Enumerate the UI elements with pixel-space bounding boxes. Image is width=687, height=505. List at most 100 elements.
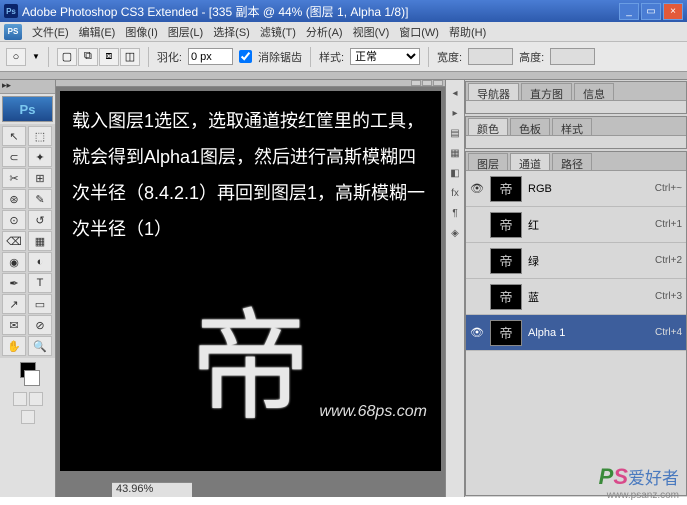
color-swatch[interactable] xyxy=(0,358,55,390)
tab-info[interactable]: 信息 xyxy=(574,83,614,100)
dock-icon[interactable]: ▤ xyxy=(448,126,462,140)
marquee-tool[interactable]: ⬚ xyxy=(28,126,52,146)
canvas[interactable]: 载入图层1选区，选取通道按红筐里的工具，就会得到Alpha1图层，然后进行高斯模… xyxy=(60,91,441,471)
screen-mode-icon[interactable] xyxy=(21,410,35,424)
visibility-icon[interactable]: 👁 xyxy=(470,182,484,196)
visibility-icon[interactable] xyxy=(470,218,484,232)
tab-navigator[interactable]: 导航器 xyxy=(468,83,519,100)
menu-view[interactable]: 视图(V) xyxy=(349,22,394,42)
dropdown-icon[interactable]: ▼ xyxy=(32,52,40,61)
dock-icon[interactable]: ◈ xyxy=(448,226,462,240)
lasso-tool[interactable]: ⊂ xyxy=(2,147,26,167)
instruction-text: 载入图层1选区，选取通道按红筐里的工具，就会得到Alpha1图层，然后进行高斯模… xyxy=(72,103,429,247)
notes-tool[interactable]: ✉ xyxy=(2,315,26,335)
channel-shortcut: Ctrl+3 xyxy=(655,291,682,302)
feather-input[interactable] xyxy=(188,48,233,65)
menu-filter[interactable]: 滤镜(T) xyxy=(256,22,300,42)
channel-row[interactable]: 👁帝RGBCtrl+~ xyxy=(466,171,686,207)
menu-help[interactable]: 帮助(H) xyxy=(445,22,490,42)
separator xyxy=(148,47,149,67)
wand-tool[interactable]: ✦ xyxy=(28,147,52,167)
current-tool-icon[interactable]: ○ xyxy=(6,48,26,66)
zoom-level[interactable]: 43.96% xyxy=(116,483,153,495)
antialias-checkbox[interactable] xyxy=(239,50,252,63)
move-tool[interactable]: ↖ xyxy=(2,126,26,146)
dock-icon[interactable]: ▦ xyxy=(448,146,462,160)
channel-row[interactable]: 帝绿Ctrl+2 xyxy=(466,243,686,279)
menu-window[interactable]: 窗口(W) xyxy=(395,22,443,42)
standard-mode-icon[interactable] xyxy=(13,392,27,406)
menu-edit[interactable]: 编辑(E) xyxy=(75,22,120,42)
blur-tool[interactable]: ◉ xyxy=(2,252,26,272)
ps-logo-icon: Ps xyxy=(2,96,53,122)
brush-tool[interactable]: ✎ xyxy=(28,189,52,209)
eraser-tool[interactable]: ⌫ xyxy=(2,231,26,251)
antialias-label: 消除锯齿 xyxy=(258,49,302,65)
tab-color[interactable]: 颜色 xyxy=(468,118,508,135)
dock-toggle-icon[interactable]: ◂ xyxy=(448,86,462,100)
gradient-tool[interactable]: ▦ xyxy=(28,231,52,251)
visibility-icon[interactable] xyxy=(470,254,484,268)
menu-analysis[interactable]: 分析(A) xyxy=(302,22,347,42)
channel-row[interactable]: 帝蓝Ctrl+3 xyxy=(466,279,686,315)
width-input xyxy=(468,48,513,65)
sel-new-icon[interactable]: ▢ xyxy=(57,48,77,66)
sel-int-icon[interactable]: ◫ xyxy=(120,48,140,66)
separator xyxy=(428,47,429,67)
sel-add-icon[interactable]: ⧉ xyxy=(78,48,98,66)
visibility-icon[interactable] xyxy=(470,290,484,304)
path-tool[interactable]: ↗ xyxy=(2,294,26,314)
history-tool[interactable]: ↺ xyxy=(28,210,52,230)
window-title: Adobe Photoshop CS3 Extended - [335 副本 @… xyxy=(22,3,619,20)
separator xyxy=(48,47,49,67)
menu-image[interactable]: 图像(I) xyxy=(121,22,161,42)
dock-icon[interactable]: ¶ xyxy=(448,206,462,220)
crop-tool[interactable]: ✂ xyxy=(2,168,26,188)
style-select[interactable]: 正常 xyxy=(350,48,420,65)
document-area: 载入图层1选区，选取通道按红筐里的工具，就会得到Alpha1图层，然后进行高斯模… xyxy=(56,80,445,497)
pen-tool[interactable]: ✒ xyxy=(2,273,26,293)
maximize-button[interactable]: ▭ xyxy=(641,3,661,20)
channel-name: RGB xyxy=(528,183,649,195)
doc-max-icon[interactable] xyxy=(422,80,432,86)
tab-channels[interactable]: 通道 xyxy=(510,153,550,170)
shape-tool[interactable]: ▭ xyxy=(28,294,52,314)
tab-histogram[interactable]: 直方图 xyxy=(521,83,572,100)
dock-icon[interactable]: fx xyxy=(448,186,462,200)
channel-thumbnail: 帝 xyxy=(490,248,522,274)
quickmask-mode-icon[interactable] xyxy=(29,392,43,406)
dock-icon[interactable]: ▸ xyxy=(448,106,462,120)
channel-name: 蓝 xyxy=(528,289,649,305)
doc-close-icon[interactable] xyxy=(433,80,443,86)
zoom-tool[interactable]: 🔍 xyxy=(28,336,52,356)
background-color[interactable] xyxy=(24,370,40,386)
dodge-tool[interactable]: ◐ xyxy=(28,252,52,272)
tab-swatches[interactable]: 色板 xyxy=(510,118,550,135)
tab-paths[interactable]: 路径 xyxy=(552,153,592,170)
type-tool[interactable]: T xyxy=(28,273,52,293)
sel-sub-icon[interactable]: ⧈ xyxy=(99,48,119,66)
menu-file[interactable]: 文件(E) xyxy=(28,22,73,42)
minimize-button[interactable]: _ xyxy=(619,3,639,20)
channel-name: 红 xyxy=(528,217,649,233)
title-bar: Ps Adobe Photoshop CS3 Extended - [335 副… xyxy=(0,0,687,22)
close-button[interactable]: × xyxy=(663,3,683,20)
heal-tool[interactable]: ⊛ xyxy=(2,189,26,209)
doc-min-icon[interactable] xyxy=(411,80,421,86)
visibility-icon[interactable]: 👁 xyxy=(470,326,484,340)
app-icon: Ps xyxy=(4,4,18,18)
tab-layers[interactable]: 图层 xyxy=(468,153,508,170)
menu-layer[interactable]: 图层(L) xyxy=(164,22,207,42)
navigator-panel: 导航器 直方图 信息 xyxy=(465,81,687,114)
hand-tool[interactable]: ✋ xyxy=(2,336,26,356)
dock-icon[interactable]: ◧ xyxy=(448,166,462,180)
channel-row[interactable]: 👁帝Alpha 1Ctrl+4 xyxy=(466,315,686,351)
menu-select[interactable]: 选择(S) xyxy=(209,22,254,42)
eyedrop-tool[interactable]: ⊘ xyxy=(28,315,52,335)
slice-tool[interactable]: ⊞ xyxy=(28,168,52,188)
doc-window-controls xyxy=(56,80,445,87)
stamp-tool[interactable]: ⊙ xyxy=(2,210,26,230)
channel-row[interactable]: 帝红Ctrl+1 xyxy=(466,207,686,243)
toolbox-header[interactable]: ▸▸ xyxy=(0,80,55,94)
tab-styles[interactable]: 样式 xyxy=(552,118,592,135)
